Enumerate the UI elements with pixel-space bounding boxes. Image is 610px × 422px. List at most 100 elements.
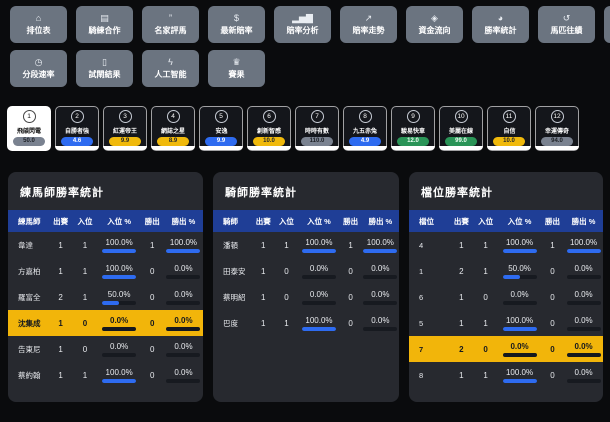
nav-button-gate[interactable]: ▯ 試閘結果 (76, 50, 133, 87)
lightning-icon: ϟ (168, 56, 173, 67)
racing-dashboard: ⌂ 排位表 ▤ 騎練合作 ” 名家評馬 $ 最新賠率 ▂▅▇ 賠率分析 ↗ 賠率走勢 ◈ 資金流向 ◕ 勝率統… (0, 0, 610, 422)
percent-value: 100.0% (105, 263, 133, 273)
nav-button-history[interactable]: ↺ 馬匹往績 (538, 6, 595, 43)
card-bottom-strip (199, 146, 243, 150)
percent-bar-fill (502, 248, 537, 253)
trainer-stats-panel: 練馬師勝率統計 練馬師 出賽 入位 入位 % 勝出 勝出 % 韋達 1 1 100.0% 1 100… (8, 172, 203, 402)
percent-value: 0.0% (174, 315, 193, 325)
percent-value: 100.0% (366, 237, 394, 247)
nav-button-lightning[interactable]: ϟ 人工智能 (142, 50, 199, 87)
percent-cell: 0.0% (564, 264, 603, 279)
odds-badge: 12.0 (397, 137, 429, 147)
column-header: 入位 (77, 216, 93, 226)
stats-panels: 練馬師勝率統計 練馬師 出賽 入位 入位 % 勝出 勝出 % 韋達 1 1 100.0% 1 100… (8, 172, 603, 402)
column-header: 出賽 (53, 216, 69, 226)
percent-cell: 0.0% (164, 290, 203, 305)
placed-cell: 1 (483, 240, 488, 250)
starts-cell: 1 (459, 370, 464, 380)
nav-button-label: 賠率走勢 (352, 25, 385, 35)
wins-cell: 0 (348, 292, 353, 302)
table-row: 8 1 1 100.0% 0 0.0% (409, 362, 603, 388)
odds-badge: 4.6 (61, 137, 93, 147)
wins-cell: 0 (348, 266, 353, 276)
percent-cell: 100.0% (299, 316, 340, 331)
nav-button-quote[interactable]: ” 名家評馬 (142, 6, 199, 43)
horse-card-2[interactable]: 2 自勝者強 4.6 (55, 106, 99, 151)
horse-number-badge: 8 (358, 110, 372, 123)
starts-cell: 1 (58, 266, 63, 276)
table-row: 1 2 1 50.0% 0 0.0% (409, 258, 603, 284)
horse-card-4[interactable]: 4 網誌之星 8.9 (151, 106, 195, 151)
column-header: 勝出 % (571, 216, 596, 226)
row-name: 告東尼 (18, 344, 41, 354)
placed-cell: 0 (284, 292, 289, 302)
percent-bar (166, 326, 201, 331)
placed-cell: 0 (82, 344, 88, 354)
row-name: 沈集成 (18, 318, 41, 328)
percent-bar (166, 248, 201, 253)
percent-value: 0.0% (510, 289, 529, 299)
horse-card-7[interactable]: 7 時時有數 110.0 (295, 106, 339, 151)
horse-card-6[interactable]: 6 創新智感 10.0 (247, 106, 291, 151)
nav-button-droplet[interactable]: ◈ 資金流向 (406, 6, 463, 43)
nav-button-pie-chart[interactable]: ◕ 勝率統計 (472, 6, 529, 43)
percent-cell: 0.0% (98, 316, 141, 331)
horse-card-11[interactable]: 11 自信 10.0 (487, 106, 531, 151)
percent-bar (301, 248, 336, 253)
horse-card-12[interactable]: 12 幸運傳奇 94.0 (535, 106, 579, 151)
percent-value: 0.0% (371, 315, 390, 325)
column-header: 入位 % (107, 216, 131, 226)
nav-button-clock[interactable]: ◷ 分段速率 (10, 50, 67, 87)
horse-card-8[interactable]: 8 九五赤兔 4.9 (343, 106, 387, 151)
percent-cell: 0.0% (564, 342, 603, 357)
horse-name: 時時有數 (305, 128, 329, 135)
percent-cell: 0.0% (564, 368, 603, 383)
percent-value: 100.0% (169, 237, 198, 247)
percent-bar (502, 378, 537, 383)
horse-number-badge: 10 (454, 110, 468, 123)
wins-cell: 0 (550, 318, 555, 328)
odds-badge: 4.9 (349, 137, 381, 147)
row-name: 巴度 (223, 318, 238, 328)
nav-button-label: 賽果 (228, 69, 245, 79)
nav-button-dollar[interactable]: $ 最新賠率 (208, 6, 265, 43)
odds-badge: 110.0 (301, 137, 333, 147)
percent-cell: 0.0% (164, 368, 203, 383)
horse-card-5[interactable]: 5 安逸 9.9 (199, 106, 243, 151)
table-row: 方嘉柏 1 1 100.0% 0 0.0% (8, 258, 203, 284)
percent-value: 0.0% (309, 289, 329, 299)
wins-cell: 0 (550, 370, 555, 380)
draw-table-body: 4 1 1 100.0% 1 100.0% 1 2 1 50.0% 0 0.0% 6 1 0 0.0% 0 0.0… (409, 232, 603, 388)
nav-button-trophy[interactable]: ♛ 賽果 (208, 50, 265, 87)
pie-chart-icon: ◕ (497, 12, 504, 23)
wins-cell: 0 (348, 318, 353, 328)
horse-number-badge: 3 (118, 110, 132, 123)
starts-cell: 1 (58, 344, 63, 354)
percent-value: 0.0% (174, 289, 193, 299)
starts-cell: 1 (260, 318, 266, 328)
nav-button-id-card[interactable]: ▤ 騎練合作 (76, 6, 133, 43)
wins-cell: 0 (150, 292, 155, 302)
row-name: 方嘉柏 (18, 266, 41, 276)
horse-card-10[interactable]: 10 美麗在線 99.0 (439, 106, 483, 151)
percent-cell: 0.0% (299, 290, 340, 305)
placed-cell: 1 (284, 240, 289, 250)
percent-cell: 50.0% (98, 290, 141, 305)
percent-cell: 100.0% (498, 238, 541, 253)
wins-cell: 0 (550, 344, 555, 354)
horse-number-badge: 9 (406, 110, 420, 123)
percent-bar (566, 326, 601, 331)
nav-button-partial[interactable] (604, 6, 610, 43)
nav-button-home[interactable]: ⌂ 排位表 (10, 6, 67, 43)
nav-row-secondary: ◷ 分段速率 ▯ 試閘結果 ϟ 人工智能 ♛ 賽果 (10, 50, 265, 87)
nav-button-line-chart[interactable]: ↗ 賠率走勢 (340, 6, 397, 43)
percent-value: 0.0% (371, 289, 390, 299)
horse-card-9[interactable]: 9 駿易快車 12.0 (391, 106, 435, 151)
horse-card-3[interactable]: 3 紅運帝王 9.9 (103, 106, 147, 151)
horse-card-1[interactable]: 1 飛燄閃電 50.0 (7, 106, 51, 151)
percent-bar (102, 378, 137, 383)
row-name: 潘頓 (223, 240, 238, 250)
odds-badge: 9.9 (109, 137, 141, 147)
percent-bar-fill (102, 248, 137, 253)
nav-button-bar-chart[interactable]: ▂▅▇ 賠率分析 (274, 6, 331, 43)
